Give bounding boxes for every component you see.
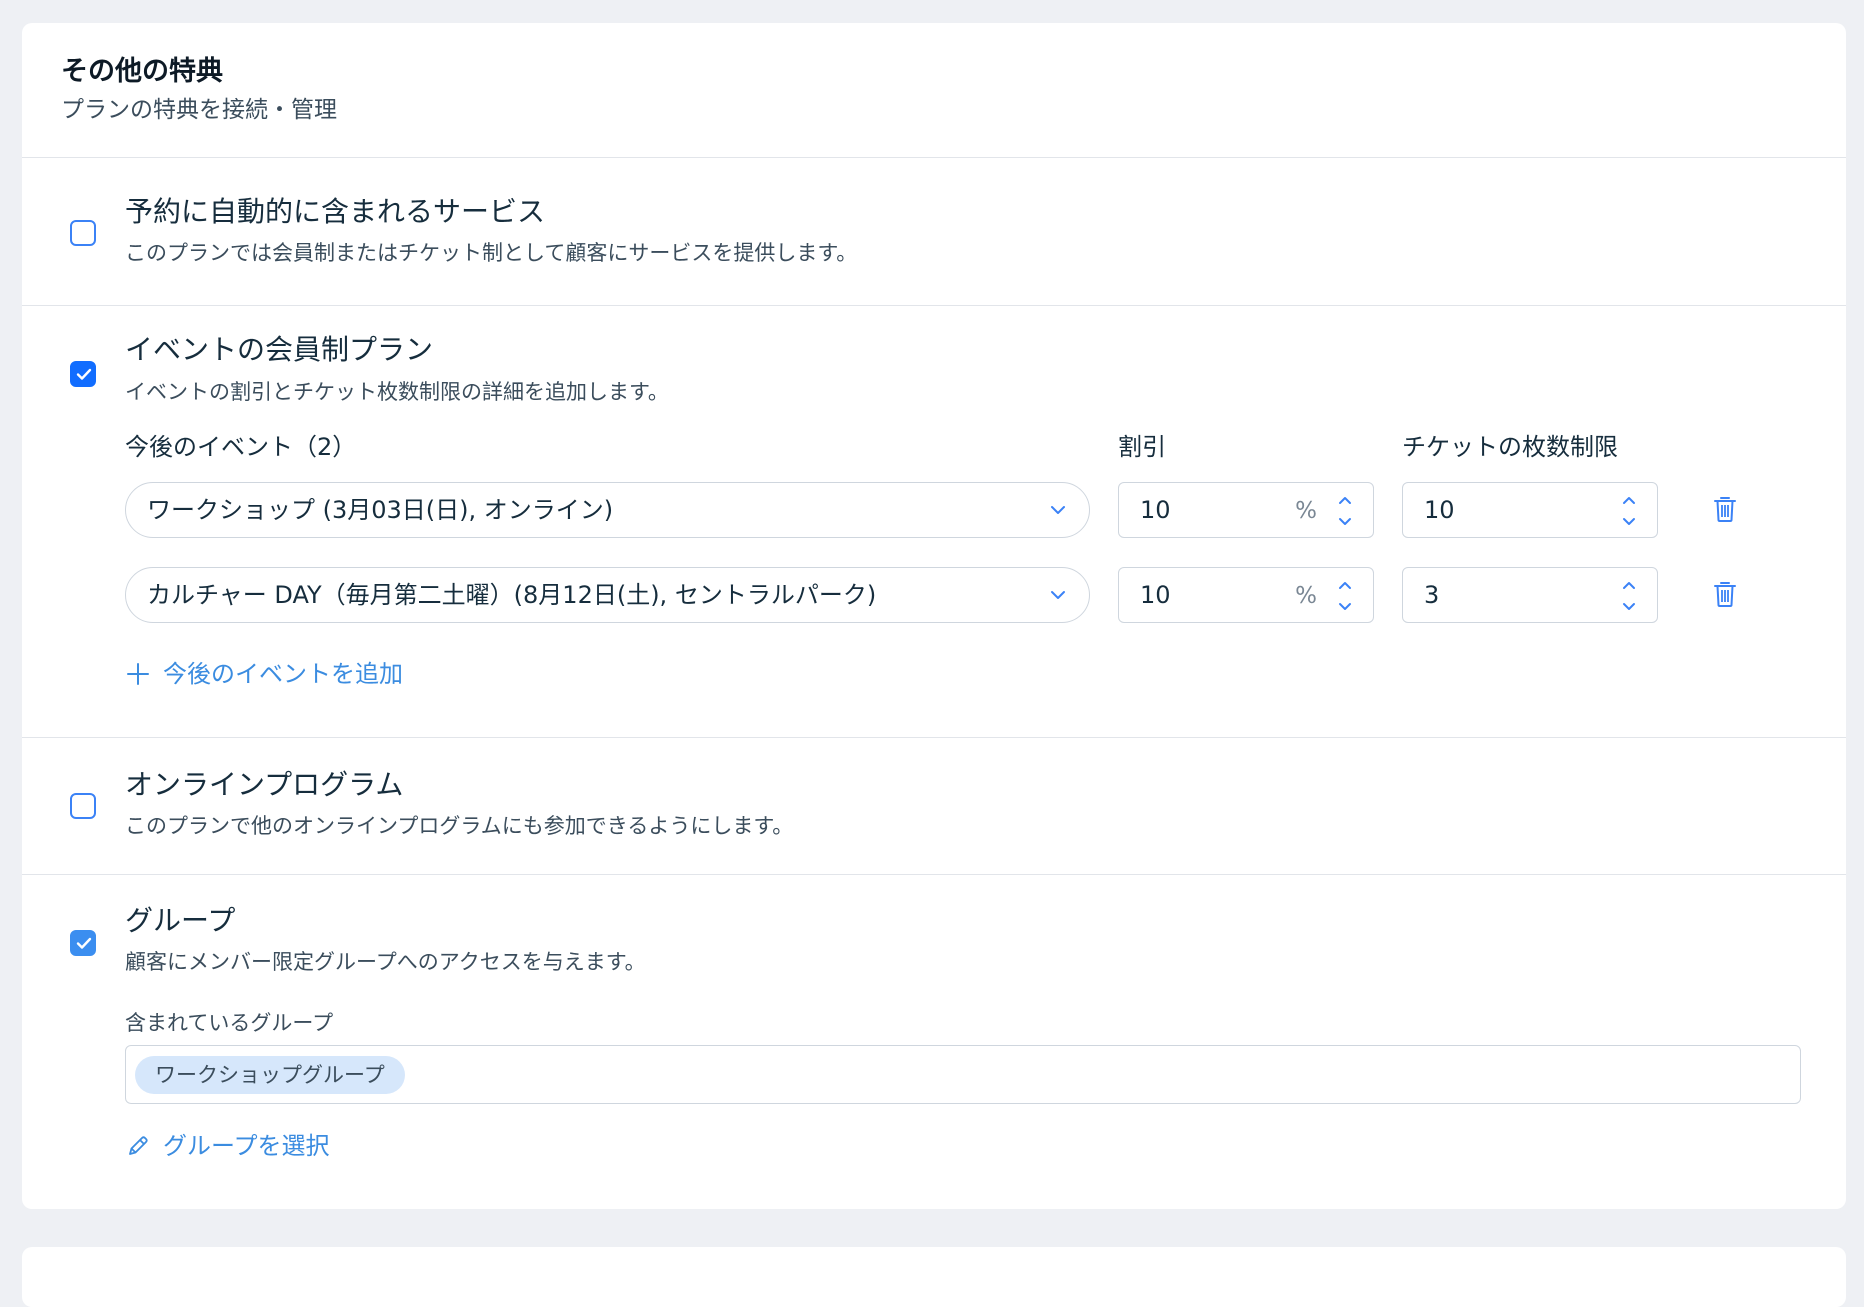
event-select[interactable]: カルチャー DAY（毎月第二土曜）(8月12日(土), セントラルパーク): [125, 567, 1090, 623]
discount-value: 10: [1140, 496, 1171, 524]
section-events: イベントの会員制プラン イベントの割引とチケット枚数制限の詳細を追加します。 今…: [22, 306, 1846, 738]
pencil-icon: [129, 1136, 148, 1155]
stepper-icon[interactable]: [1337, 494, 1353, 528]
add-upcoming-event-label: 今後のイベントを追加: [163, 660, 403, 688]
discount-value: 10: [1140, 581, 1171, 609]
groups-description: 顧客にメンバー限定グループへのアクセスを与えます。: [125, 950, 646, 974]
online-programs-description: このプランで他のオンラインプログラムにも参加できるようにします。: [125, 814, 794, 838]
discount-input[interactable]: 10 %: [1118, 567, 1374, 623]
check-icon: [76, 368, 92, 380]
stepper-icon[interactable]: [1621, 579, 1637, 613]
chevron-down-icon: [1051, 591, 1065, 599]
bookings-description: このプランでは会員制またはチケット制として顧客にサービスを提供します。: [125, 241, 858, 265]
percent-unit: %: [1295, 498, 1317, 524]
stepper-icon[interactable]: [1337, 579, 1353, 613]
groups-tag-input[interactable]: ワークショップグループ: [125, 1045, 1801, 1104]
bookings-title: 予約に自動的に含まれるサービス: [125, 195, 546, 228]
section-bookings: 予約に自動的に含まれるサービス このプランでは会員制またはチケット制として顧客に…: [22, 158, 1846, 306]
events-description: イベントの割引とチケット枚数制限の詳細を追加します。: [125, 380, 669, 404]
included-groups-label: 含まれているグループ: [125, 1011, 334, 1035]
stepper-icon[interactable]: [1621, 494, 1637, 528]
upcoming-events-label: 今後のイベント（2）: [125, 433, 357, 461]
trash-icon[interactable]: [1714, 495, 1736, 523]
page-subtitle: プランの特典を接続・管理: [61, 97, 337, 123]
ticket-limit-value: 10: [1424, 496, 1455, 524]
ticket-limit-label: チケットの枚数制限: [1402, 433, 1618, 461]
trash-icon[interactable]: [1714, 580, 1736, 608]
online-programs-checkbox[interactable]: [70, 793, 96, 819]
select-groups-label: グループを選択: [163, 1132, 330, 1160]
section-online-programs: オンラインプログラム このプランで他のオンラインプログラムにも参加できるようにし…: [22, 738, 1846, 875]
events-title: イベントの会員制プラン: [125, 333, 434, 366]
ticket-limit-input[interactable]: 10: [1402, 482, 1658, 538]
check-icon: [76, 937, 92, 949]
events-checkbox[interactable]: [70, 361, 96, 387]
chevron-down-icon: [1051, 506, 1065, 514]
section-groups: グループ 顧客にメンバー限定グループへのアクセスを与えます。 含まれているグルー…: [22, 875, 1846, 1208]
percent-unit: %: [1295, 583, 1317, 609]
group-tag[interactable]: ワークショップグループ: [135, 1056, 405, 1094]
online-programs-title: オンラインプログラム: [125, 768, 404, 801]
discount-label: 割引: [1118, 433, 1166, 461]
discount-input[interactable]: 10 %: [1118, 482, 1374, 538]
bookings-checkbox[interactable]: [70, 220, 96, 246]
card-header: その他の特典 プランの特典を接続・管理: [22, 23, 1846, 158]
plus-icon: [127, 663, 149, 685]
next-card: [22, 1247, 1846, 1307]
groups-title: グループ: [125, 904, 236, 937]
event-select-value: ワークショップ (3月03日(日), オンライン): [147, 496, 614, 524]
select-groups-button[interactable]: グループを選択: [125, 1126, 330, 1166]
page-title: その他の特典: [61, 56, 223, 87]
benefits-card: その他の特典 プランの特典を接続・管理 予約に自動的に含まれるサービス このプラ…: [22, 23, 1846, 1209]
groups-checkbox[interactable]: [70, 930, 96, 956]
ticket-limit-input[interactable]: 3: [1402, 567, 1658, 623]
add-upcoming-event-button[interactable]: 今後のイベントを追加: [125, 654, 403, 694]
event-select-value: カルチャー DAY（毎月第二土曜）(8月12日(土), セントラルパーク): [147, 581, 877, 609]
ticket-limit-value: 3: [1424, 581, 1440, 609]
event-select[interactable]: ワークショップ (3月03日(日), オンライン): [125, 482, 1090, 538]
